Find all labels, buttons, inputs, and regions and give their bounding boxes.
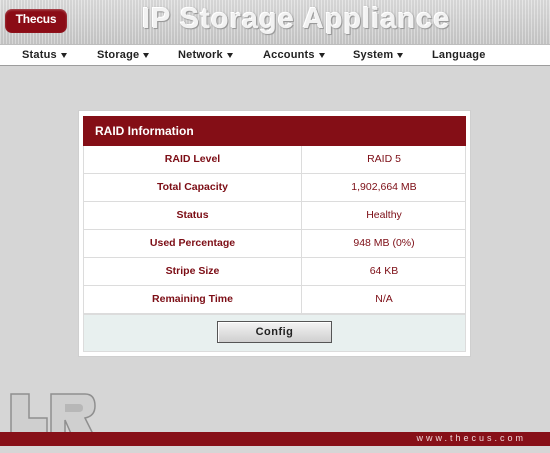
chevron-down-icon [318,52,325,58]
row-value: 64 KB [369,265,399,277]
chevron-down-icon [60,52,67,58]
row-value: RAID 5 [367,153,401,165]
panel-header: RAID Information [83,116,466,146]
panel-actions: Config [83,314,466,352]
row-value: 1,902,664 MB [351,181,417,193]
row-value: N/A [375,293,393,305]
footer-url: www.thecus.com [416,433,526,443]
row-label: RAID Level [84,146,302,173]
nav-bar: Status Storage Network Accounts System L… [0,44,550,66]
header-banner: Thecus IP Storage Appliance [0,0,550,44]
row-label: Stripe Size [84,258,302,285]
nav-label: Accounts [263,49,315,61]
config-button[interactable]: Config [217,321,332,343]
panel-title: RAID Information [95,124,194,138]
row-value: Healthy [366,209,402,221]
raid-info-table: RAID Level RAID 5 Total Capacity 1,902,6… [83,146,466,314]
nav-item-network[interactable]: Network [178,49,233,61]
nav-label: Language [432,49,486,61]
nav-label: System [353,49,394,61]
nav-item-system[interactable]: System [353,49,404,61]
table-row: Used Percentage 948 MB (0%) [83,230,466,258]
table-row: Status Healthy [83,202,466,230]
row-label: Used Percentage [84,230,302,257]
footer-strip [0,446,550,453]
chevron-down-icon [143,52,150,58]
table-row: Total Capacity 1,902,664 MB [83,174,466,202]
chevron-down-icon [397,52,404,58]
nav-item-language[interactable]: Language [432,49,486,61]
row-value: 948 MB (0%) [353,237,415,249]
table-row: Remaining Time N/A [83,286,466,314]
table-row: RAID Level RAID 5 [83,146,466,174]
nav-item-status[interactable]: Status [22,49,67,61]
nav-item-storage[interactable]: Storage [97,49,150,61]
row-label: Remaining Time [84,286,302,313]
row-label: Status [84,202,302,229]
table-row: Stripe Size 64 KB [83,258,466,286]
thecus-logo: Thecus [5,9,67,33]
nav-label: Storage [97,49,140,61]
row-label: Total Capacity [84,174,302,201]
logo-text: Thecus [15,12,57,26]
raid-info-panel: RAID Information RAID Level RAID 5 Total… [78,110,471,357]
page-title: IP Storage Appliance [142,3,451,35]
nav-label: Status [22,49,57,61]
nav-item-accounts[interactable]: Accounts [263,49,325,61]
chevron-down-icon [226,52,233,58]
footer-bar: www.thecus.com [0,432,550,446]
nav-label: Network [178,49,223,61]
